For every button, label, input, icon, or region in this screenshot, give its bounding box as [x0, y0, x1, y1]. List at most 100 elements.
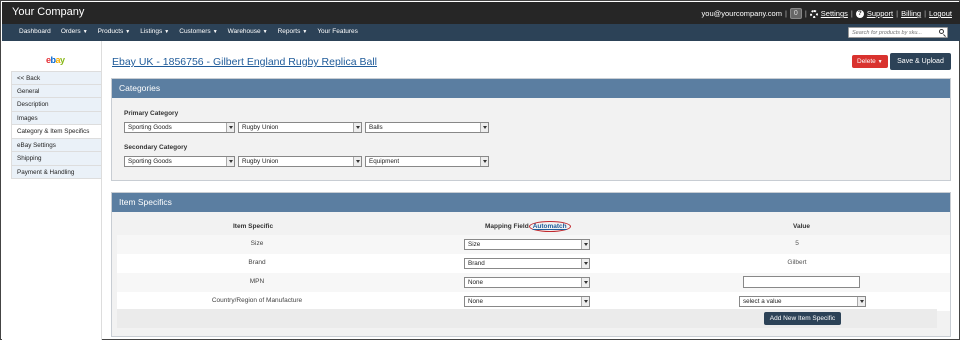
primary-category-label: Primary Category	[124, 110, 179, 117]
table-row: Size Size 5	[117, 235, 950, 254]
select-value: Size	[468, 241, 481, 248]
nav-customers[interactable]: Customers ▼	[174, 28, 222, 35]
column-header-value: Value	[793, 223, 810, 230]
secondary-category-level1-select[interactable]: Sporting Goods	[124, 156, 235, 167]
search-input[interactable]	[849, 28, 937, 37]
company-name[interactable]: Your Company	[12, 6, 84, 18]
nav-dashboard[interactable]: Dashboard	[14, 28, 56, 35]
nav-label: Reports	[277, 28, 301, 35]
caret-down-icon: ▼	[82, 29, 88, 35]
nav-label: Products	[97, 28, 124, 35]
categories-heading: Categories	[112, 79, 950, 98]
nav-orders[interactable]: Orders ▼	[56, 28, 93, 35]
nav-warehouse[interactable]: Warehouse ▼	[223, 28, 273, 35]
add-item-specific-button[interactable]: Add New Item Specific	[764, 312, 841, 325]
select-value: Sporting Goods	[128, 124, 172, 131]
sidebar-item-payment-handling[interactable]: Payment & Handling	[11, 165, 102, 179]
caret-down-icon: ▼	[125, 29, 131, 35]
support-link[interactable]: Support	[867, 9, 893, 18]
dropdown-arrow-icon	[226, 123, 234, 132]
mapping-field-select[interactable]: Size	[464, 239, 590, 250]
nav-reports[interactable]: Reports ▼	[273, 28, 313, 35]
secondary-category-label: Secondary Category	[124, 144, 188, 151]
top-header: Your Company you@yourcompany.com | 0 | S…	[2, 2, 960, 24]
sidebar-item-category-item-specifics[interactable]: Category & Item Specifics	[11, 125, 102, 139]
select-value: Sporting Goods	[128, 158, 172, 165]
nav-your-features[interactable]: Your Features	[312, 28, 363, 35]
select-value: Rugby Union	[242, 158, 279, 165]
country-value-select[interactable]: select a value	[739, 296, 866, 307]
dropdown-arrow-icon	[581, 278, 589, 287]
column-header-item-specific: Item Specific	[233, 223, 274, 230]
primary-category-level3-select[interactable]: Balls	[365, 122, 489, 133]
sidebar-menu: << Back General Description Images Categ…	[11, 71, 102, 179]
notification-count[interactable]: 0	[789, 8, 802, 19]
gear-icon	[809, 9, 818, 18]
dropdown-arrow-icon	[581, 259, 589, 268]
sidebar-item-description[interactable]: Description	[11, 98, 102, 112]
secondary-category-level2-select[interactable]: Rugby Union	[238, 156, 362, 167]
dropdown-arrow-icon	[581, 297, 589, 306]
select-value: Rugby Union	[242, 124, 279, 131]
separator: |	[804, 9, 807, 18]
column-header-mapping-field: Mapping Field Automatch	[485, 221, 571, 232]
spec-value: 5	[795, 240, 799, 247]
sidebar-item-ebay-settings[interactable]: eBay Settings	[11, 138, 102, 152]
user-email: you@yourcompany.com	[701, 9, 782, 18]
select-value: Equipment	[369, 158, 400, 165]
spec-name: Country/Region of Manufacture	[211, 297, 303, 304]
select-value: None	[468, 279, 484, 286]
sidebar-item-shipping[interactable]: Shipping	[11, 152, 102, 166]
item-specifics-heading: Item Specifics	[112, 193, 950, 212]
item-specifics-panel: Item Specifics Item Specific Mapping Fie…	[111, 192, 951, 337]
dropdown-arrow-icon	[857, 297, 865, 306]
dropdown-arrow-icon	[581, 240, 589, 249]
mapping-field-select[interactable]: None	[464, 296, 590, 307]
primary-category-level2-select[interactable]: Rugby Union	[238, 122, 362, 133]
secondary-category-level3-select[interactable]: Equipment	[365, 156, 489, 167]
caret-down-icon: ▼	[262, 29, 268, 35]
primary-category-level1-select[interactable]: Sporting Goods	[124, 122, 235, 133]
table-row: Brand Brand Gilbert	[117, 254, 950, 273]
nav-label: Customers	[179, 28, 211, 35]
caret-down-icon: ▼	[212, 29, 218, 35]
categories-panel: Categories Primary Category Sporting Goo…	[111, 78, 951, 181]
mpn-value-input[interactable]	[743, 276, 860, 288]
separator: |	[924, 9, 927, 18]
mapping-field-select[interactable]: Brand	[464, 258, 590, 269]
nav-listings[interactable]: Listings ▼	[135, 28, 174, 35]
automatch-link[interactable]: Automatch	[528, 221, 571, 232]
help-icon: ?	[855, 9, 864, 18]
app-window: Your Company you@yourcompany.com | 0 | S…	[0, 0, 960, 340]
billing-link[interactable]: Billing	[901, 9, 921, 18]
dropdown-arrow-icon	[480, 157, 488, 166]
logout-link[interactable]: Logout	[929, 9, 952, 18]
sidebar-item-general[interactable]: General	[11, 84, 102, 98]
page-title[interactable]: Ebay UK - 1856756 - Gilbert England Rugb…	[112, 56, 377, 68]
nav-label: Dashboard	[19, 28, 51, 35]
dropdown-arrow-icon	[226, 157, 234, 166]
separator: |	[784, 9, 787, 18]
nav-label: Warehouse	[227, 28, 261, 35]
spec-value: Gilbert	[787, 259, 807, 266]
delete-label: Delete	[857, 58, 876, 65]
spec-name: Size	[250, 240, 264, 247]
sidebar: ebay << Back General Description Images …	[2, 41, 102, 340]
sidebar-item-back[interactable]: << Back	[11, 71, 102, 85]
main-nav: Dashboard Orders ▼ Products ▼ Listings ▼ Cu…	[2, 24, 960, 41]
ebay-logo: ebay	[46, 55, 65, 65]
nav-label: Orders	[60, 28, 81, 35]
save-upload-button[interactable]: Save & Upload	[890, 53, 951, 70]
mapping-field-select[interactable]: None	[464, 277, 590, 288]
search-icon[interactable]	[939, 29, 944, 34]
nav-products[interactable]: Products ▼	[93, 28, 136, 35]
dropdown-arrow-icon	[353, 123, 361, 132]
nav-label: Listings	[140, 28, 163, 35]
sidebar-item-images[interactable]: Images	[11, 111, 102, 125]
settings-link[interactable]: Settings	[821, 9, 848, 18]
separator: |	[896, 9, 899, 18]
select-value: Brand	[468, 260, 485, 267]
delete-button[interactable]: Delete ▼	[852, 55, 888, 68]
select-value: select a value	[743, 298, 782, 305]
logo-letter: y	[60, 55, 65, 65]
